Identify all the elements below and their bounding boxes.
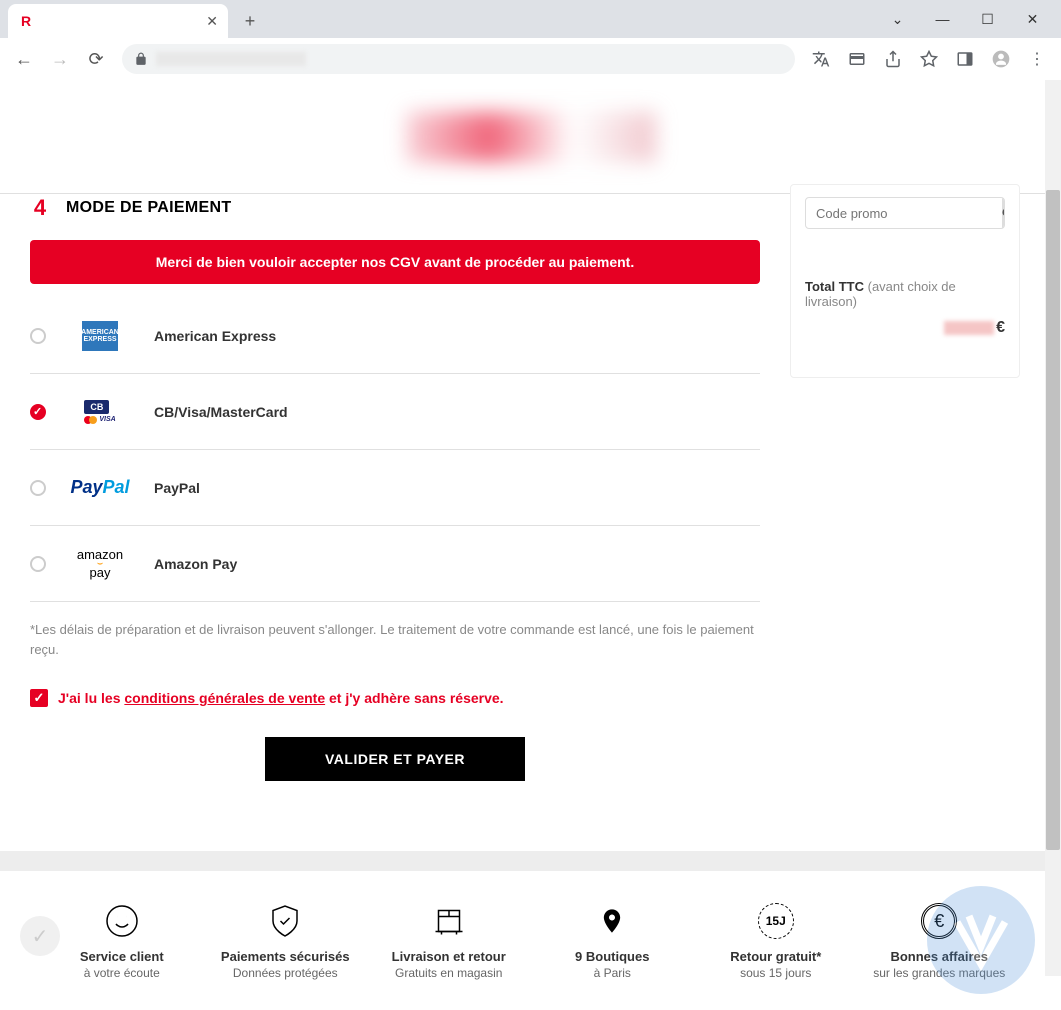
payment-option-amazonpay[interactable]: amazon⌣pay Amazon Pay — [30, 526, 760, 602]
lock-icon — [134, 52, 148, 66]
terms-prefix: J'ai lu les — [58, 690, 124, 706]
payment-option-paypal[interactable]: PayPal PayPal — [30, 450, 760, 526]
watermark-icon — [921, 880, 1041, 1000]
radio-icon — [30, 328, 46, 344]
close-window-button[interactable]: ✕ — [1010, 4, 1055, 34]
section-header: 4 MODE DE PAIEMENT — [30, 194, 760, 222]
section-title: MODE DE PAIEMENT — [66, 199, 231, 217]
footer: Service client à votre écoute Paiements … — [0, 871, 1061, 1010]
reload-button[interactable]: ⟳ — [80, 43, 112, 75]
chevron-down-icon[interactable]: ⌄ — [875, 4, 920, 34]
footer-title: 9 Boutiques — [531, 949, 695, 964]
radio-checked-icon — [30, 404, 46, 420]
footer-secure-payments: Paiements sécurisés Données protégées — [204, 901, 368, 980]
footer-delivery: Livraison et retour Gratuits en magasin — [367, 901, 531, 980]
validate-pay-button[interactable]: VALIDER ET PAYER — [265, 737, 525, 781]
total-amount: € — [805, 319, 1005, 337]
bookmark-icon[interactable] — [913, 43, 945, 75]
terms-text: J'ai lu les conditions générales de vent… — [58, 690, 504, 706]
favicon: R — [18, 13, 34, 29]
scrollbar[interactable] — [1045, 80, 1061, 976]
back-button[interactable]: ← — [8, 43, 40, 75]
tab-bar: R ✕ + — [0, 0, 264, 38]
radio-icon — [30, 556, 46, 572]
payment-label: CB/Visa/MasterCard — [154, 404, 288, 420]
status-check-icon: ✓ — [20, 916, 60, 956]
footer-sub: à Paris — [531, 966, 695, 980]
payment-label: Amazon Pay — [154, 556, 237, 572]
disclaimer-text: *Les délais de préparation et de livrais… — [30, 620, 760, 659]
terms-suffix: et j'y adhère sans réserve. — [325, 690, 503, 706]
forward-button[interactable]: → — [44, 43, 76, 75]
alert-banner: Merci de bien vouloir accepter nos CGV a… — [30, 240, 760, 284]
footer-title: Livraison et retour — [367, 949, 531, 964]
shield-icon — [204, 901, 368, 941]
footer-title: Paiements sécurisés — [204, 949, 368, 964]
logo-redacted — [406, 112, 656, 162]
footer-sub: à votre écoute — [40, 966, 204, 980]
sidepanel-icon[interactable] — [949, 43, 981, 75]
paypal-logo: PayPal — [70, 468, 130, 508]
pin-icon — [531, 901, 695, 941]
promo-row: OK — [805, 197, 1005, 229]
translate-icon[interactable] — [805, 43, 837, 75]
share-icon[interactable] — [877, 43, 909, 75]
url-redacted — [156, 52, 306, 66]
payment-label: American Express — [154, 328, 276, 344]
footer-boutiques: 9 Boutiques à Paris — [531, 901, 695, 980]
payment-icon[interactable] — [841, 43, 873, 75]
footer-free-return: 15J Retour gratuit* sous 15 jours — [694, 901, 858, 980]
toolbar: ← → ⟳ ⋮ — [0, 38, 1061, 80]
terms-row: ✓ J'ai lu les conditions générales de ve… — [30, 689, 760, 707]
scroll-thumb[interactable] — [1046, 190, 1060, 850]
window-buttons: ⌄ — ☐ ✕ — [875, 4, 1061, 34]
cb-logo: CB VISA — [70, 392, 130, 432]
amazonpay-logo: amazon⌣pay — [70, 544, 130, 584]
payment-label: PayPal — [154, 480, 200, 496]
total-row: Total TTC (avant choix de livraison) — [805, 279, 1005, 309]
promo-apply-button[interactable]: OK — [1002, 198, 1005, 228]
footer-service-client: Service client à votre écoute — [40, 901, 204, 980]
page-content: 4 MODE DE PAIEMENT Merci de bien vouloir… — [0, 194, 1061, 821]
terms-link[interactable]: conditions générales de vente — [124, 690, 325, 706]
payment-option-cb[interactable]: CB VISA CB/Visa/MasterCard — [30, 374, 760, 450]
days-badge-icon: 15J — [694, 901, 858, 941]
titlebar: R ✕ + ⌄ — ☐ ✕ — [0, 0, 1061, 38]
menu-icon[interactable]: ⋮ — [1021, 43, 1053, 75]
site-header — [0, 80, 1061, 194]
payment-option-amex[interactable]: AMERICANEXPRESS American Express — [30, 298, 760, 374]
currency: € — [996, 319, 1005, 336]
footer-sub: sous 15 jours — [694, 966, 858, 980]
payment-card: Merci de bien vouloir accepter nos CGV a… — [30, 240, 760, 821]
step-number: 4 — [30, 195, 50, 221]
footer-title: Service client — [40, 949, 204, 964]
footer-sub: Données protégées — [204, 966, 368, 980]
total-label: Total TTC — [805, 279, 864, 294]
order-summary-card: OK Total TTC (avant choix de livraison) … — [790, 184, 1020, 378]
browser-tab[interactable]: R ✕ — [8, 4, 228, 38]
browser-chrome: R ✕ + ⌄ — ☐ ✕ ← → ⟳ ⋮ — [0, 0, 1061, 80]
promo-code-input[interactable] — [806, 198, 1002, 228]
address-bar[interactable] — [122, 44, 795, 74]
radio-icon — [30, 480, 46, 496]
terms-checkbox[interactable]: ✓ — [30, 689, 48, 707]
package-icon — [367, 901, 531, 941]
footer-title: Retour gratuit* — [694, 949, 858, 964]
amount-redacted — [944, 321, 994, 335]
maximize-button[interactable]: ☐ — [965, 4, 1010, 34]
new-tab-button[interactable]: + — [236, 7, 264, 35]
smile-icon — [40, 901, 204, 941]
minimize-button[interactable]: — — [920, 4, 965, 34]
footer-sub: Gratuits en magasin — [367, 966, 531, 980]
amex-logo: AMERICANEXPRESS — [70, 316, 130, 356]
close-tab-icon[interactable]: ✕ — [206, 13, 218, 30]
profile-icon[interactable] — [985, 43, 1017, 75]
